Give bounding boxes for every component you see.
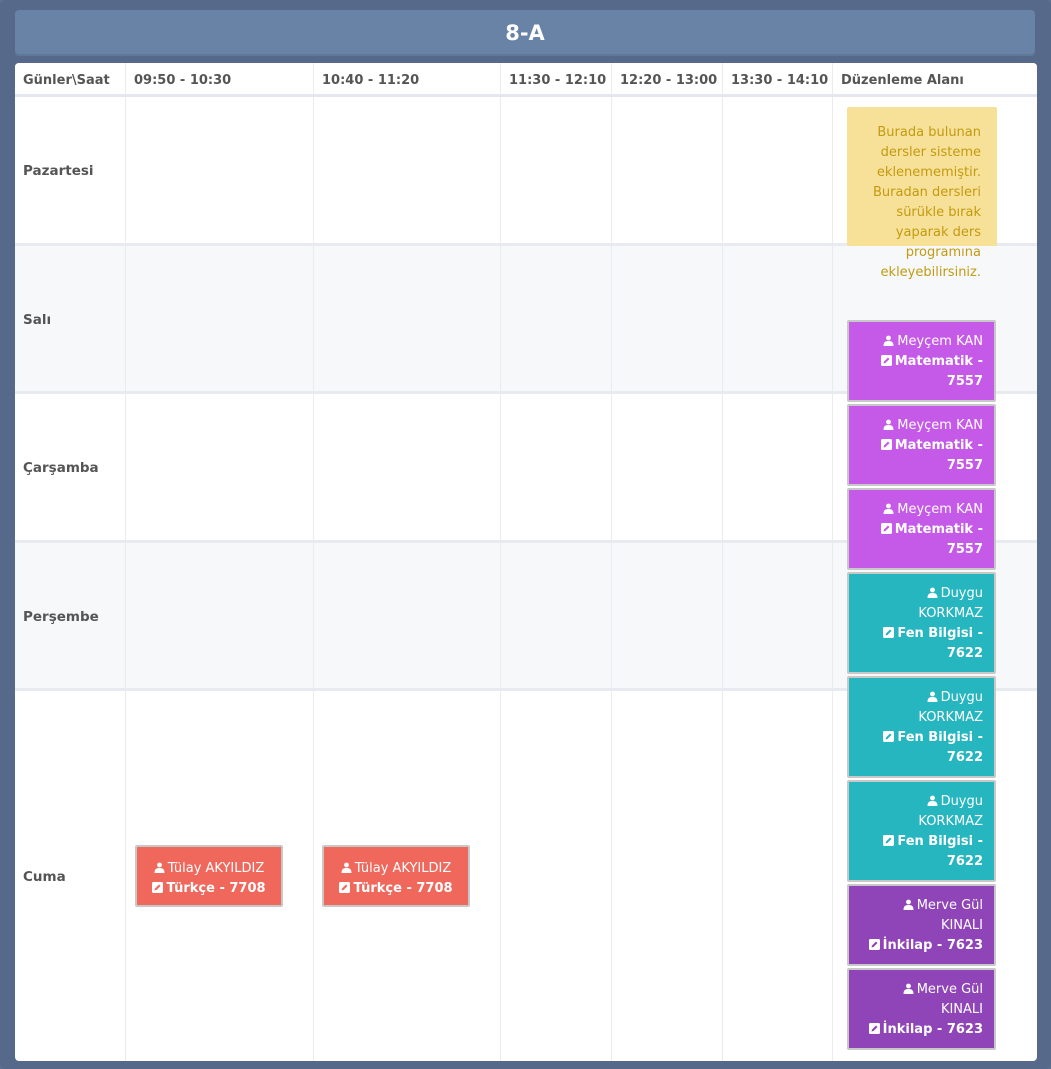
edit-icon bbox=[339, 882, 351, 893]
lesson-code: 7622 bbox=[946, 854, 983, 869]
slot-cell[interactable] bbox=[126, 394, 314, 540]
pending-lesson-card[interactable]: Meyçem KAN Matematik - 7557 bbox=[847, 488, 996, 570]
edit-icon bbox=[880, 523, 892, 534]
slot-cell[interactable] bbox=[501, 97, 612, 243]
teacher-name: Tülay AKYILDIZ bbox=[167, 861, 265, 876]
slot-cell[interactable] bbox=[501, 691, 612, 1061]
slot-cell[interactable] bbox=[723, 97, 833, 243]
lesson-code: 7557 bbox=[946, 374, 983, 389]
lesson-name: Türkçe - 7708 bbox=[353, 881, 453, 896]
slot-cell[interactable] bbox=[501, 394, 612, 540]
slot-cell[interactable] bbox=[314, 97, 501, 243]
user-group-icon bbox=[341, 862, 352, 873]
slot-cell[interactable] bbox=[612, 97, 723, 243]
pending-lesson-card[interactable]: Duygu KORKMAZ Fen Bilgisi - 7622 bbox=[847, 780, 996, 882]
slot-cell[interactable] bbox=[612, 246, 723, 391]
lesson-code: 7622 bbox=[946, 646, 983, 661]
pending-lesson-card[interactable]: Duygu KORKMAZ Fen Bilgisi - 7622 bbox=[847, 676, 996, 778]
slot-cell[interactable] bbox=[314, 246, 501, 391]
teacher-surname: KINALI bbox=[940, 1002, 983, 1017]
header-row: Günler\Saat 09:50 - 10:30 10:40 - 11:20 … bbox=[15, 63, 1037, 97]
slot-cell[interactable] bbox=[314, 394, 501, 540]
teacher-name: Merve Gül bbox=[916, 982, 983, 997]
user-group-icon bbox=[883, 419, 894, 430]
slot-cell[interactable] bbox=[723, 691, 833, 1061]
lesson-name: Türkçe - 7708 bbox=[166, 881, 266, 896]
edit-icon bbox=[152, 882, 164, 893]
teacher-name: Merve Gül bbox=[916, 898, 983, 913]
lesson-name: İnkilap - 7623 bbox=[882, 938, 983, 953]
slot-cell[interactable] bbox=[501, 543, 612, 688]
lesson-name: İnkilap - 7623 bbox=[882, 1022, 983, 1037]
timetable: Günler\Saat 09:50 - 10:30 10:40 - 11:20 … bbox=[15, 63, 1037, 1061]
edit-icon bbox=[883, 731, 895, 742]
user-group-icon bbox=[927, 691, 938, 702]
pending-lesson-card[interactable]: Meyçem KAN Matematik - 7557 bbox=[847, 320, 996, 402]
user-group-icon bbox=[154, 862, 165, 873]
slot-cell[interactable] bbox=[723, 543, 833, 688]
user-group-icon bbox=[883, 335, 894, 346]
period-header: 10:40 - 11:20 bbox=[314, 63, 501, 94]
class-title: 8-A bbox=[15, 10, 1035, 56]
user-group-icon bbox=[903, 983, 914, 994]
period-header: 13:30 - 14:10 bbox=[723, 63, 833, 94]
timetable-frame: 8-A Günler\Saat 09:50 - 10:30 10:40 - 11… bbox=[0, 0, 1051, 1069]
teacher-surname: KORKMAZ bbox=[918, 710, 983, 725]
teacher-name: Tülay AKYILDIZ bbox=[354, 861, 452, 876]
corner-header: Günler\Saat bbox=[15, 63, 126, 94]
lesson-name: Fen Bilgisi - bbox=[897, 730, 983, 745]
teacher-surname: KINALI bbox=[940, 918, 983, 933]
edit-area-header: Düzenleme Alanı bbox=[841, 73, 964, 88]
teacher-name: Meyçem KAN bbox=[897, 418, 983, 433]
teacher-name: Duygu bbox=[940, 586, 983, 601]
teacher-name: Duygu bbox=[940, 794, 983, 809]
scheduled-lesson-card[interactable]: Tülay AKYILDIZ Türkçe - 7708 bbox=[322, 845, 470, 907]
lesson-name: Fen Bilgisi - bbox=[897, 626, 983, 641]
teacher-surname: KORKMAZ bbox=[918, 606, 983, 621]
edit-icon bbox=[868, 1023, 880, 1034]
lesson-name: Fen Bilgisi - bbox=[897, 834, 983, 849]
edit-area-note: Burada bulunan dersler sisteme eklenemem… bbox=[847, 107, 997, 280]
slot-cell[interactable] bbox=[612, 394, 723, 540]
lesson-code: 7622 bbox=[946, 750, 983, 765]
teacher-name: Meyçem KAN bbox=[897, 502, 983, 517]
lesson-code: 7557 bbox=[946, 458, 983, 473]
edit-icon bbox=[880, 355, 892, 366]
edit-icon bbox=[883, 627, 895, 638]
pending-lesson-card[interactable]: Duygu KORKMAZ Fen Bilgisi - 7622 bbox=[847, 572, 996, 674]
slot-cell[interactable] bbox=[612, 691, 723, 1061]
lesson-name: Matematik - bbox=[894, 522, 983, 537]
edit-icon bbox=[883, 835, 895, 846]
slot-cell[interactable] bbox=[126, 97, 314, 243]
slot-cell[interactable] bbox=[501, 246, 612, 391]
user-group-icon bbox=[903, 899, 914, 910]
teacher-name: Meyçem KAN bbox=[897, 334, 983, 349]
slot-cell[interactable] bbox=[126, 246, 314, 391]
user-group-icon bbox=[927, 795, 938, 806]
slot-cell[interactable] bbox=[314, 543, 501, 688]
teacher-name: Duygu bbox=[940, 690, 983, 705]
edit-icon bbox=[868, 939, 880, 950]
pending-lesson-card[interactable]: Merve Gül KINALI İnkilap - 7623 bbox=[847, 968, 996, 1050]
slot-cell[interactable] bbox=[723, 394, 833, 540]
note-text: Burada bulunan dersler sisteme eklenemem… bbox=[873, 125, 981, 280]
lesson-name: Matematik - bbox=[894, 438, 983, 453]
period-header: 09:50 - 10:30 bbox=[126, 63, 314, 94]
slot-cell[interactable] bbox=[612, 543, 723, 688]
user-group-icon bbox=[883, 503, 894, 514]
lesson-code: 7557 bbox=[946, 542, 983, 557]
edit-icon bbox=[880, 439, 892, 450]
lesson-name: Matematik - bbox=[894, 354, 983, 369]
pending-lesson-card[interactable]: Meyçem KAN Matematik - 7557 bbox=[847, 404, 996, 486]
period-header: 12:20 - 13:00 bbox=[612, 63, 723, 94]
pending-lesson-card[interactable]: Merve Gül KINALI İnkilap - 7623 bbox=[847, 884, 996, 966]
slot-cell[interactable] bbox=[723, 246, 833, 391]
slot-cell[interactable] bbox=[126, 543, 314, 688]
period-header: 11:30 - 12:10 bbox=[501, 63, 612, 94]
teacher-surname: KORKMAZ bbox=[918, 814, 983, 829]
scheduled-lesson-card[interactable]: Tülay AKYILDIZ Türkçe - 7708 bbox=[135, 845, 283, 907]
user-group-icon bbox=[927, 587, 938, 598]
